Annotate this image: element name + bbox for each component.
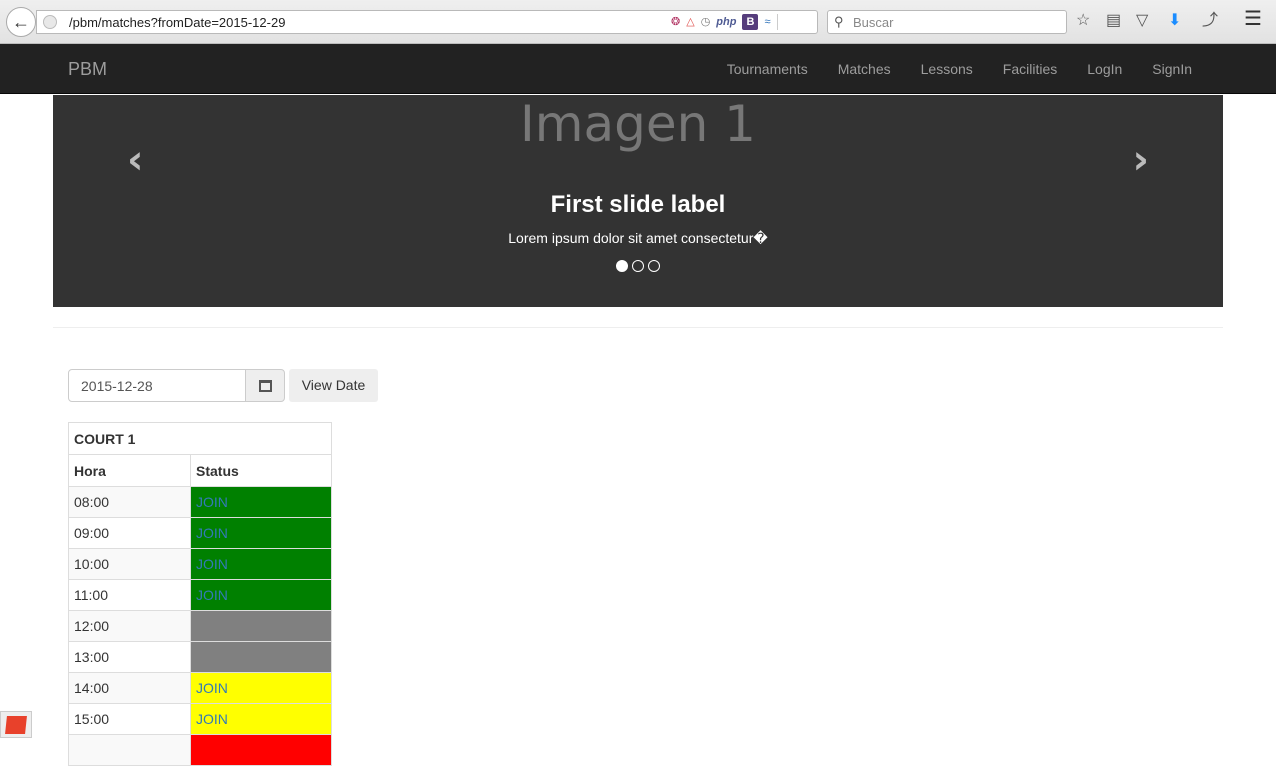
- chevron-right-icon[interactable]: ›: [1133, 137, 1149, 183]
- court-title: COURT 1: [68, 422, 332, 455]
- carousel-indicator[interactable]: [632, 260, 644, 272]
- search-bar[interactable]: ⚲ Buscar: [827, 10, 1067, 34]
- table-row: 12:00: [68, 610, 332, 642]
- status-cell: [190, 610, 332, 642]
- table-row: 13:00: [68, 641, 332, 673]
- download-icon[interactable]: ⬇: [1168, 11, 1181, 31]
- hora-cell: 12:00: [68, 610, 191, 642]
- table-row: 08:00 JOIN: [68, 486, 332, 518]
- brand-link[interactable]: PBM: [68, 59, 107, 80]
- join-link[interactable]: JOIN: [196, 587, 228, 603]
- search-icon: ⚲: [834, 14, 844, 29]
- calendar-icon: [258, 379, 272, 392]
- caption-title: First slide label: [550, 191, 726, 218]
- carousel: Imagen 1 ‹ › First slide label Lorem ips…: [53, 95, 1223, 307]
- chevron-left-icon[interactable]: ‹: [127, 137, 143, 183]
- hora-cell: [68, 734, 191, 766]
- nav-facilities[interactable]: Facilities: [1003, 61, 1057, 77]
- status-cell: JOIN: [190, 703, 332, 735]
- nav-matches[interactable]: Matches: [838, 61, 891, 77]
- bookmark-star-icon[interactable]: ☆: [1076, 11, 1090, 31]
- status-cell: JOIN: [190, 548, 332, 580]
- nav-links: Tournaments Matches Lessons Facilities L…: [727, 61, 1192, 77]
- hora-cell: 15:00: [68, 703, 191, 735]
- url-bar[interactable]: /pbm/matches?fromDate=2015-12-29 ❂ △ ◷ p…: [36, 10, 843, 34]
- join-link[interactable]: JOIN: [196, 711, 228, 727]
- bootstrap-icon[interactable]: B: [742, 14, 759, 30]
- feather-icon[interactable]: ❂: [671, 14, 680, 30]
- pocket-icon[interactable]: ▽: [1136, 11, 1148, 31]
- date-input[interactable]: [68, 369, 246, 402]
- hamburger-menu-icon[interactable]: ☰: [1244, 9, 1262, 29]
- status-cell: [190, 734, 332, 766]
- url-text[interactable]: /pbm/matches?fromDate=2015-12-29: [69, 15, 285, 30]
- extension-icon[interactable]: [0, 711, 32, 738]
- nav-lessons[interactable]: Lessons: [921, 61, 973, 77]
- hora-cell: 09:00: [68, 517, 191, 549]
- clock-icon[interactable]: ◷: [701, 14, 711, 30]
- status-cell: JOIN: [190, 672, 332, 704]
- hora-cell: 11:00: [68, 579, 191, 611]
- carousel-indicator[interactable]: [648, 260, 660, 272]
- join-link[interactable]: JOIN: [196, 556, 228, 572]
- slide-image-label: Imagen 1: [520, 95, 756, 153]
- join-link[interactable]: JOIN: [196, 680, 228, 696]
- column-header-hora: Hora: [68, 454, 191, 487]
- status-cell: JOIN: [190, 517, 332, 549]
- status-cell: JOIN: [190, 579, 332, 611]
- carousel-indicators: [53, 260, 1223, 272]
- column-header-status: Status: [190, 454, 332, 487]
- nav-tournaments[interactable]: Tournaments: [727, 61, 808, 77]
- addon-icons: ❂ △ ◷ php B ≈: [671, 14, 778, 30]
- table-row: 09:00 JOIN: [68, 517, 332, 549]
- table-row: 11:00 JOIN: [68, 579, 332, 611]
- wave-icon[interactable]: ≈: [764, 14, 770, 30]
- back-arrow-icon[interactable]: ←: [6, 7, 36, 37]
- nav-signin[interactable]: SignIn: [1152, 61, 1192, 77]
- join-link[interactable]: JOIN: [196, 494, 228, 510]
- hora-cell: 14:00: [68, 672, 191, 704]
- table-row: [68, 734, 332, 766]
- tools-icon[interactable]: ⤴: [1202, 11, 1218, 31]
- search-placeholder[interactable]: Buscar: [853, 15, 893, 30]
- site-navbar: PBM Tournaments Matches Lessons Faciliti…: [0, 44, 1276, 94]
- hora-cell: 10:00: [68, 548, 191, 580]
- status-cell: JOIN: [190, 486, 332, 518]
- table-row: 15:00 JOIN: [68, 703, 332, 735]
- carousel-indicator[interactable]: [616, 260, 628, 272]
- laravel-icon[interactable]: △: [686, 14, 694, 30]
- table-row: 14:00 JOIN: [68, 672, 332, 704]
- globe-icon: [43, 15, 57, 29]
- hora-cell: 08:00: [68, 486, 191, 518]
- reading-list-icon[interactable]: ▤: [1106, 11, 1121, 31]
- divider: [776, 14, 778, 30]
- nav-login[interactable]: LogIn: [1087, 61, 1122, 77]
- divider: [53, 327, 1223, 328]
- calendar-button[interactable]: [245, 369, 285, 402]
- hora-cell: 13:00: [68, 641, 191, 673]
- status-cell: [190, 641, 332, 673]
- caption-text: Lorem ipsum dolor sit amet consectetur�: [508, 230, 768, 246]
- view-date-button[interactable]: View Date: [289, 369, 378, 402]
- table-row: 10:00 JOIN: [68, 548, 332, 580]
- browser-toolbar: ← /pbm/matches?fromDate=2015-12-29 ❂ △ ◷…: [0, 0, 1276, 44]
- php-icon[interactable]: php: [716, 14, 736, 30]
- court-table: COURT 1 Hora Status 08:00 JOIN 09:00 JOI…: [68, 422, 332, 766]
- join-link[interactable]: JOIN: [196, 525, 228, 541]
